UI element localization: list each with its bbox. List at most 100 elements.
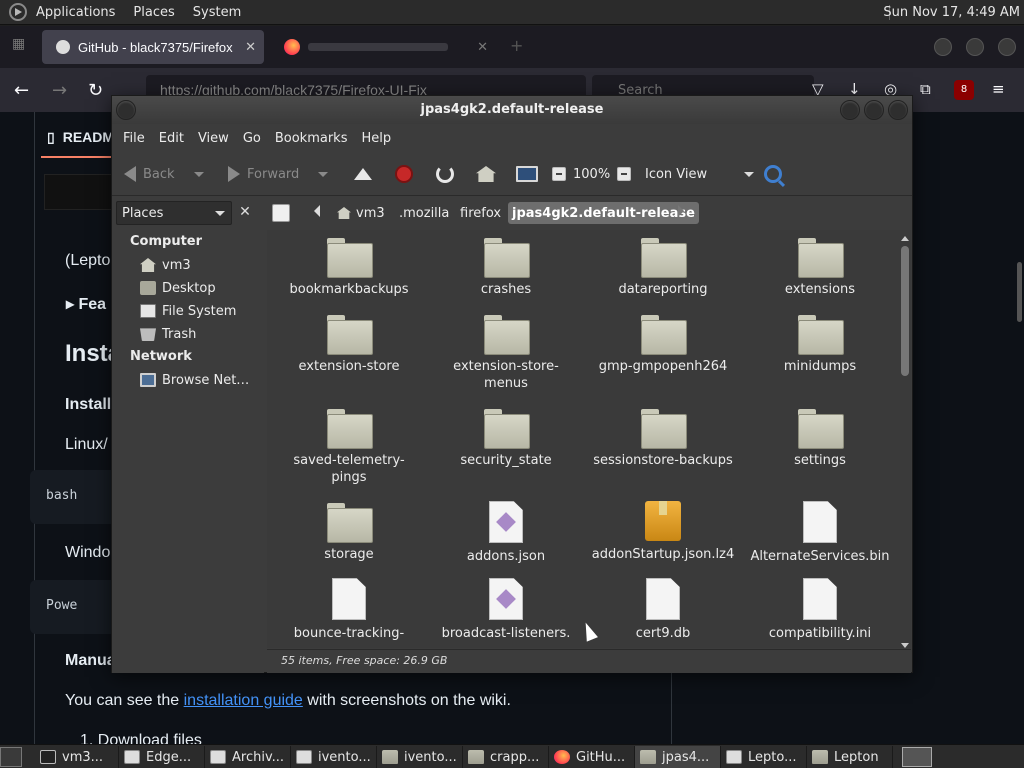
window-menu-button[interactable] <box>116 100 136 120</box>
taskbar-item-edge[interactable]: Edge... <box>119 746 205 768</box>
maximize-button[interactable] <box>864 100 884 120</box>
firefox-tab-github[interactable]: GitHub - black7375/Firefox ✕ <box>42 30 264 64</box>
menu-file[interactable]: File <box>116 131 152 146</box>
sidebar-item-vm3[interactable]: vm3 <box>140 255 191 275</box>
close-button[interactable] <box>888 100 908 120</box>
back-history-dropdown-icon[interactable] <box>193 171 204 177</box>
file-item[interactable]: compatibility.ini <box>745 578 895 642</box>
zoom-out-icon[interactable] <box>552 167 566 181</box>
menu-bookmarks[interactable]: Bookmarks <box>268 131 355 146</box>
scroll-up-icon[interactable] <box>901 236 909 241</box>
file-item[interactable]: gmp-gmpopenh264 <box>588 315 738 375</box>
sidebar-item-desktop[interactable]: Desktop <box>140 278 216 298</box>
file-item[interactable]: storage <box>274 503 424 563</box>
taskbar-item-crapp[interactable]: crapp... <box>463 746 549 768</box>
file-item[interactable]: bounce-tracking- <box>274 578 424 642</box>
readme-details-feat[interactable]: ▸ Fea <box>66 294 106 314</box>
computer-button[interactable] <box>516 162 538 186</box>
taskbar-item-github[interactable]: GitHu... <box>549 746 635 768</box>
file-item[interactable]: extension-store <box>274 315 424 375</box>
taskbar-item-ivento-1[interactable]: ivento... <box>291 746 377 768</box>
panel-menu-places[interactable]: Places <box>124 5 183 20</box>
forward-history-dropdown-icon[interactable] <box>318 171 329 177</box>
tab-close-icon[interactable]: ✕ <box>245 39 256 55</box>
back-button[interactable]: Back <box>124 162 204 186</box>
panel-menu-system[interactable]: System <box>184 5 250 20</box>
breadcrumb-vm3[interactable]: vm3 <box>333 202 389 224</box>
ublock-extension-icon[interactable]: 8 <box>954 80 974 100</box>
up-button[interactable] <box>354 162 372 186</box>
window-titlebar[interactable]: jpas4gk2.default-release <box>112 96 912 124</box>
hamburger-menu-icon[interactable]: ≡ <box>992 80 1005 98</box>
file-item[interactable]: extensions <box>745 238 895 298</box>
firefox-minimize-button[interactable] <box>934 38 952 56</box>
file-icon-view[interactable]: bookmarkbackups crashes datareporting ex… <box>267 230 911 648</box>
sidebar-item-browse-network[interactable]: Browse Net… <box>140 370 249 390</box>
view-mode-select[interactable]: Icon View <box>645 162 755 186</box>
firefox-tab-2[interactable]: ✕ <box>274 30 496 64</box>
panel-clock[interactable]: Sun Nov 17, 4:49 AM <box>883 5 1020 20</box>
page-scrollbar[interactable] <box>1017 262 1022 322</box>
home-button[interactable] <box>476 162 496 186</box>
installation-guide-link[interactable]: installation guide <box>184 692 303 709</box>
firefox-maximize-button[interactable] <box>966 38 984 56</box>
breadcrumb-current[interactable]: jpas4gk2.default-release <box>508 202 699 224</box>
file-item[interactable]: crashes <box>431 238 581 298</box>
menu-edit[interactable]: Edit <box>152 131 191 146</box>
network-icon <box>140 373 156 387</box>
edit-location-icon[interactable] <box>272 204 290 222</box>
scroll-down-icon[interactable] <box>901 643 909 648</box>
breadcrumb-scroll-right-icon[interactable] <box>678 205 684 217</box>
extensions-icon[interactable]: ⧉ <box>920 80 931 98</box>
file-item[interactable]: extension-store-menus <box>431 315 581 392</box>
sidebar-item-file-system[interactable]: File System <box>140 301 236 321</box>
file-item[interactable]: sessionstore-backups <box>588 409 738 469</box>
forward-arrow-icon[interactable]: → <box>52 80 67 101</box>
zoom-in-icon[interactable] <box>617 167 632 181</box>
firefox-close-button[interactable] <box>998 38 1016 56</box>
taskbar-item-lepto[interactable]: Lepto... <box>721 746 807 768</box>
workspace-switcher[interactable] <box>902 746 932 767</box>
menu-help[interactable]: Help <box>354 131 398 146</box>
stop-button[interactable] <box>395 162 413 186</box>
forward-button[interactable]: Forward <box>228 162 329 186</box>
minimize-button[interactable] <box>840 100 860 120</box>
tab-close-icon[interactable]: ✕ <box>477 40 488 55</box>
close-sidebar-icon[interactable]: ✕ <box>234 201 256 225</box>
reload-icon[interactable]: ↻ <box>88 80 103 101</box>
firefox-view-icon[interactable]: ▦ <box>12 36 25 52</box>
breadcrumb-firefox[interactable]: firefox <box>456 202 505 224</box>
file-item[interactable]: cert9.db <box>588 578 738 642</box>
file-item[interactable]: bookmarkbackups <box>274 238 424 298</box>
sidebar-item-trash[interactable]: Trash <box>140 324 196 344</box>
file-item[interactable]: saved-telemetry-pings <box>274 409 424 486</box>
taskbar-item-lepton[interactable]: Lepton <box>807 746 893 768</box>
file-item[interactable]: addons.json <box>431 501 581 565</box>
file-item[interactable]: security_state <box>431 409 581 469</box>
distro-logo-icon[interactable] <box>9 3 27 21</box>
breadcrumb-scroll-left-icon[interactable] <box>314 205 320 217</box>
file-item[interactable]: minidumps <box>745 315 895 375</box>
taskbar-item-jpas4[interactable]: jpas4... <box>635 746 721 768</box>
file-view-scrollbar[interactable] <box>899 236 911 648</box>
show-desktop-button[interactable] <box>0 746 22 767</box>
new-tab-icon[interactable]: + <box>510 36 523 55</box>
file-item[interactable]: addonStartup.json.lz4 <box>588 501 738 563</box>
taskbar-item-archive[interactable]: Archiv... <box>205 746 291 768</box>
scrollbar-thumb[interactable] <box>901 246 909 376</box>
panel-menu-applications[interactable]: Applications <box>27 5 124 20</box>
back-arrow-icon[interactable]: ← <box>14 80 29 101</box>
file-item[interactable]: datareporting <box>588 238 738 298</box>
file-item[interactable]: broadcast-listeners. <box>431 578 581 642</box>
file-item[interactable]: settings <box>745 409 895 469</box>
menu-view[interactable]: View <box>191 131 236 146</box>
reload-button[interactable] <box>436 162 454 186</box>
file-item[interactable]: AlternateServices.bin <box>745 501 895 565</box>
sidebar-type-select[interactable]: Places <box>116 201 232 225</box>
taskbar-item-vm3[interactable]: vm3... <box>35 746 119 768</box>
breadcrumb-mozilla[interactable]: .mozilla <box>395 202 453 224</box>
taskbar-item-ivento-2[interactable]: ivento... <box>377 746 463 768</box>
zoom-level[interactable]: 100% <box>573 167 610 182</box>
search-button[interactable] <box>764 162 782 186</box>
menu-go[interactable]: Go <box>236 131 268 146</box>
